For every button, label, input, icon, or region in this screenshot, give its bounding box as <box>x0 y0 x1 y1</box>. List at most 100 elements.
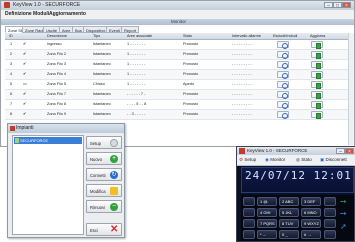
apply-icon[interactable] <box>311 71 323 79</box>
exclude-toggle-icon[interactable] <box>277 111 289 119</box>
side-key-2[interactable] <box>243 208 255 217</box>
arrow-right-icon[interactable]: ➙ <box>340 197 347 206</box>
function-key-1[interactable] <box>324 197 336 206</box>
keypad-key[interactable]: 6 MNO <box>301 208 321 217</box>
keypad-key[interactable]: * ← <box>257 230 277 239</box>
table-row[interactable]: 4 Zona Filo 4 Istantaneo 1 - - - - - - - Pro… <box>5 70 350 80</box>
table-row[interactable]: 3 Zona Filo 3 Istantaneo 1 - - - - - - - Pro… <box>5 60 350 70</box>
exit-icon: ✕ <box>110 224 119 235</box>
apply-icon[interactable] <box>311 111 323 119</box>
arrow-up-icon[interactable]: ➚ <box>340 222 347 231</box>
app-icon <box>4 2 10 8</box>
function-key-2[interactable] <box>324 208 336 217</box>
cell-id: 7 <box>10 102 13 106</box>
edit-icon <box>110 187 118 195</box>
tab-report[interactable]: Report <box>121 26 140 33</box>
keypad-key[interactable]: 7 PQRS <box>257 219 277 228</box>
toolbar-monitor[interactable]: ◉ Monitor <box>265 155 285 165</box>
keypad-key[interactable]: 2 ABC <box>279 197 299 206</box>
toolbar-stato[interactable]: ◍ Stato <box>296 155 312 165</box>
apply-icon[interactable] <box>311 41 323 49</box>
table-row[interactable]: 7 Zona Filo 8 Istantaneo - - - - 5 - - 8 Pro… <box>5 100 350 110</box>
exclude-toggle-icon[interactable] <box>277 101 289 109</box>
keypad-key-label: 2 ABC <box>282 199 294 204</box>
cell-stato: Aperto <box>183 82 195 86</box>
gear-icon <box>110 139 118 147</box>
display-line-1: 24/07/12 12:01 <box>245 169 352 182</box>
cell-intervallo: - - - - - - - - - <box>232 92 252 96</box>
side-key-1[interactable] <box>243 197 255 206</box>
exclude-toggle-icon[interactable] <box>277 41 289 49</box>
function-key-4[interactable] <box>324 230 336 239</box>
keypad-titlebar[interactable]: KeyView 1.0 - SECURFORCE – × <box>237 147 355 155</box>
keypad-key-label: 0 _ <box>282 232 288 237</box>
cell-stato: Pronosto <box>183 112 199 116</box>
main-titlebar[interactable]: KeyView 1.0 - SECURFORCE – □ × <box>1 1 354 10</box>
keypad-key-label: 1 @. <box>260 199 269 204</box>
keypad-key[interactable]: 1 @. <box>257 197 277 206</box>
close-icon[interactable]: × <box>345 148 354 155</box>
modifica-button[interactable]: Modifica <box>86 184 122 197</box>
zones-table: ID Descrizione Tipo Aree associate Stato… <box>5 33 350 120</box>
keypad-key[interactable]: 3 DEF <box>301 197 321 206</box>
cell-aree: 1 - - - - - - - <box>127 82 146 86</box>
keypad-key[interactable]: 8 TUV <box>279 219 299 228</box>
keypad-key[interactable]: 5 JKL <box>279 208 299 217</box>
apply-icon[interactable] <box>311 101 323 109</box>
toolbar-disconnetti[interactable]: ▣ Disconnett <box>320 155 347 165</box>
setup-button[interactable]: Setup <box>86 136 122 149</box>
cell-tipo: Istantaneo <box>93 112 111 116</box>
cell-id: 8 <box>10 112 13 116</box>
menu-aggiornamento[interactable]: Aggiornamento <box>49 11 86 17</box>
close-icon[interactable]: × <box>342 2 351 9</box>
tab-dispositivo[interactable]: Dispositivo <box>83 26 109 33</box>
keypad-title: KeyView 1.0 - SECURFORCE <box>247 148 308 153</box>
side-key-3[interactable] <box>243 219 255 228</box>
status-icon: ◍ <box>296 157 300 162</box>
menu-definizione-moduli[interactable]: Definizione Moduli <box>5 11 49 17</box>
apply-icon[interactable] <box>311 51 323 59</box>
dialog-titlebar[interactable]: Impianti <box>8 124 124 133</box>
connetti-button[interactable]: Connetti ↻ <box>86 168 122 181</box>
col-id: ID <box>9 34 13 38</box>
list-item[interactable]: SECURFORCE <box>14 137 82 144</box>
cell-tipo: Istantaneo <box>93 92 111 96</box>
keypad-key[interactable]: 0 _ <box>279 230 299 239</box>
keypad-key[interactable]: 4 GHI <box>257 208 277 217</box>
exclude-toggle-icon[interactable] <box>277 81 289 89</box>
table-row[interactable]: 2 Zona Filo 2 Istantaneo 1 - - - - - - - Pro… <box>5 50 350 60</box>
exclude-toggle-icon[interactable] <box>277 51 289 59</box>
toolbar-setup[interactable]: ⚙ Setup <box>239 155 256 165</box>
col-aggiorna: Aggiorna <box>310 34 326 38</box>
minimize-icon[interactable]: – <box>336 148 345 155</box>
maximize-icon[interactable]: □ <box>333 2 342 9</box>
keypad-key[interactable]: # → <box>301 230 321 239</box>
apply-icon[interactable] <box>311 61 323 69</box>
table-row[interactable]: 8 Zona Filo 9 Istantaneo - - 3 - - - - - Pro… <box>5 110 350 120</box>
exclude-toggle-icon[interactable] <box>277 61 289 69</box>
exclude-toggle-icon[interactable] <box>277 91 289 99</box>
installations-list[interactable]: SECURFORCE <box>12 135 84 235</box>
cell-stato: Pronosto <box>183 52 199 56</box>
cell-tipo: Istantaneo <box>93 52 111 56</box>
esci-button[interactable]: Esci ✕ <box>86 223 122 236</box>
minimize-icon[interactable]: – <box>324 2 333 9</box>
toolbar-setup-label: Setup <box>244 157 257 162</box>
scrollbar[interactable] <box>348 33 354 145</box>
side-key-4[interactable] <box>243 230 255 239</box>
keypad-key[interactable]: 9 WXYZ <box>301 219 321 228</box>
apply-icon[interactable] <box>311 91 323 99</box>
keypad-key-label: 7 PQRS <box>260 221 275 226</box>
rimuovi-button[interactable]: Rimuovi − <box>86 200 122 213</box>
col-descrizione: Descrizione <box>47 34 67 38</box>
table-row[interactable]: 5 Zona Filo 5 Chiuso 1 - - - - - - - Aperto -… <box>5 80 350 90</box>
function-key-3[interactable] <box>324 219 336 228</box>
apply-icon[interactable] <box>311 81 323 89</box>
exclude-toggle-icon[interactable] <box>277 71 289 79</box>
cell-tipo: Istantaneo <box>93 102 111 106</box>
table-row[interactable]: 1 Ingresso Istantaneo 1 - - - - - - - Pronos… <box>5 40 350 50</box>
arrow-left-icon[interactable]: ➙ <box>340 209 347 218</box>
table-row[interactable]: 6 Zona Filo 7 Istantaneo - - - - - - 7 - Pro… <box>5 90 350 100</box>
tab-uscite[interactable]: Uscite <box>43 26 61 33</box>
nuovo-button[interactable]: Nuovo + <box>86 152 122 165</box>
